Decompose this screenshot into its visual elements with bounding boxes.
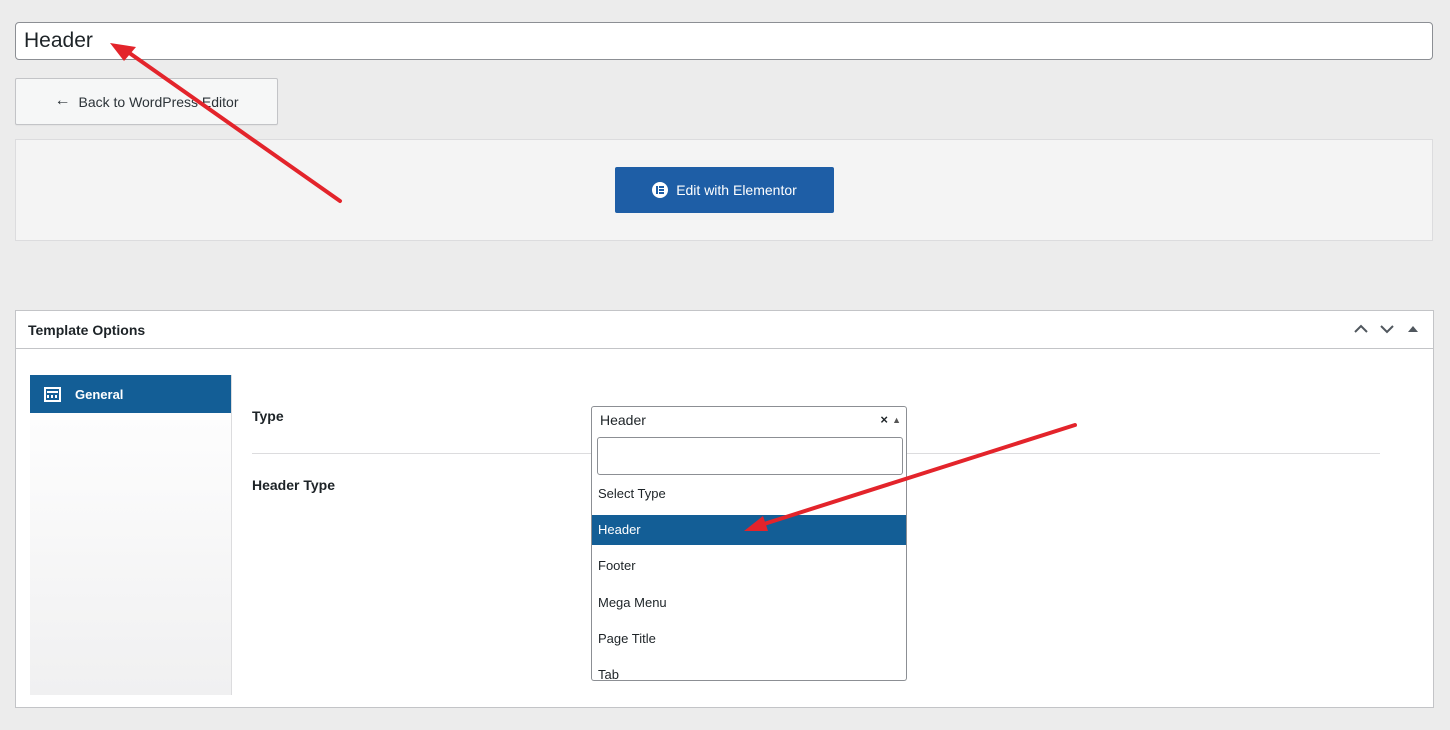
template-title-input[interactable]	[15, 22, 1433, 60]
dropdown-option-page-title[interactable]: Page Title	[592, 624, 906, 654]
dropdown-option-header[interactable]: Header	[592, 515, 906, 545]
panel-controls	[1353, 320, 1421, 338]
panel-header: Template Options	[16, 311, 1433, 349]
options-sidebar: General	[30, 375, 232, 695]
dropdown-option-footer[interactable]: Footer	[592, 551, 906, 581]
edit-with-elementor-label: Edit with Elementor	[676, 182, 797, 198]
type-select-value: Header	[600, 412, 646, 428]
general-icon	[44, 386, 61, 402]
type-select[interactable]: Header × ▲	[591, 406, 907, 434]
template-options-panel: Template Options General Type Header Typ…	[15, 310, 1434, 708]
dropdown-option-select-type[interactable]: Select Type	[592, 479, 906, 509]
arrow-left-icon: ←	[54, 91, 71, 109]
sidebar-item-label: General	[75, 386, 124, 402]
chevron-up-icon[interactable]	[1353, 320, 1369, 338]
elementor-icon	[652, 182, 669, 198]
back-to-wordpress-editor-button[interactable]: ← Back to WordPress Editor	[15, 78, 278, 125]
header-type-label: Header Type	[252, 477, 335, 493]
edit-with-elementor-button[interactable]: Edit with Elementor	[615, 167, 834, 213]
panel-title: Template Options	[28, 321, 146, 338]
dropdown-search-input[interactable]	[597, 437, 903, 475]
triangle-up-icon[interactable]	[1405, 320, 1421, 338]
dropdown-option-tab[interactable]: Tab	[592, 660, 906, 680]
type-label: Type	[252, 408, 284, 424]
clear-icon[interactable]: ×	[880, 407, 888, 433]
elementor-edit-box: Edit with Elementor	[15, 139, 1433, 241]
caret-up-icon[interactable]: ▲	[892, 407, 901, 433]
chevron-down-icon[interactable]	[1379, 320, 1395, 338]
back-button-label: Back to WordPress Editor	[78, 93, 239, 110]
dropdown-option-mega-menu[interactable]: Mega Menu	[592, 588, 906, 618]
type-dropdown: Select Type Header Footer Mega Menu Page…	[591, 433, 907, 681]
sidebar-item-general[interactable]: General	[30, 375, 231, 413]
